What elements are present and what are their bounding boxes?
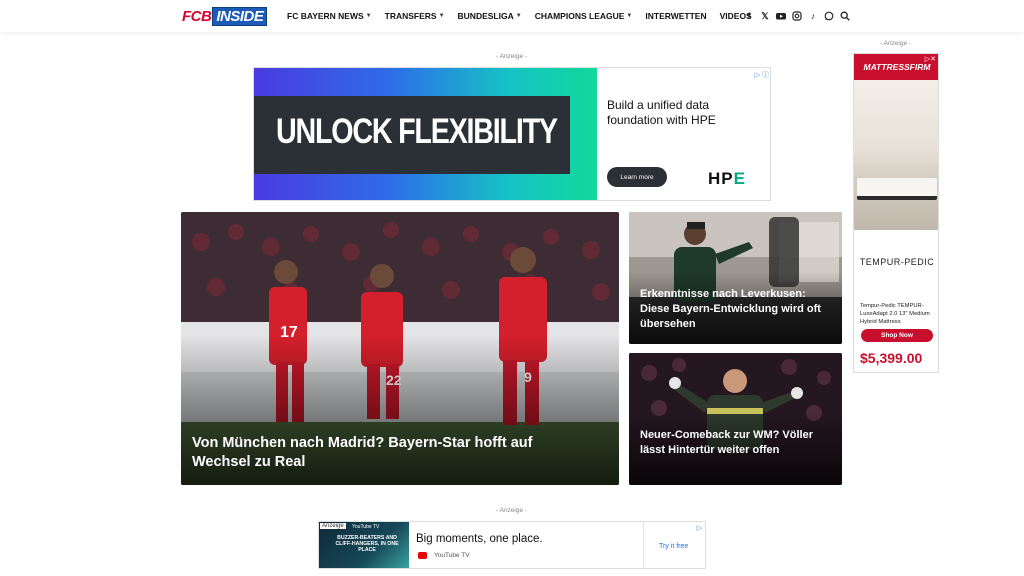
facebook-icon[interactable]: f (744, 11, 754, 21)
main-article-card[interactable]: 17 22 9 Von München nach Madrid? Bayern-… (181, 212, 619, 485)
main-nav: FC Bayern News ▼ Transfers ▼ Bundesliga … (287, 0, 752, 32)
adchoices-icon[interactable]: ▷ (697, 524, 702, 532)
nav-champions-league[interactable]: Champions League ▼ (535, 11, 633, 21)
thumbnail-text: BUZZER-BEATERS AND CLIFF-HANGERS, IN ONE… (335, 535, 399, 553)
youtube-tv-small-logo: YouTube TV (352, 524, 380, 530)
shop-now-button[interactable]: Shop Now (861, 329, 933, 342)
bottom-ad-channel: YouTube TV (434, 552, 470, 559)
hpe-logo-hp: HP (708, 169, 734, 188)
banner-visual: UNLOCK FLEXIBILITY (254, 68, 597, 200)
sidebar-ad[interactable]: MATTRESSFIRM ▷✕ TEMPUR-PEDIC Tempur-Pedi… (853, 53, 939, 373)
nav-interwetten[interactable]: Interwetten (645, 11, 706, 21)
youtube-icon (418, 552, 427, 559)
nav-bundesliga[interactable]: Bundesliga ▼ (458, 11, 522, 21)
side-article-card-2[interactable]: Neuer-Comeback zur WM? Völler lässt Hint… (629, 353, 842, 485)
bottom-ad[interactable]: Anzeige YouTube TV BUZZER-BEATERS AND CL… (318, 521, 706, 569)
search-icon[interactable] (840, 11, 850, 21)
adchoices-icon[interactable]: ▷ ⓘ (755, 70, 769, 80)
divider (643, 522, 644, 568)
x-icon[interactable]: 𝕏 (760, 11, 770, 21)
ad-label-top: - Anzeige - (496, 53, 528, 60)
instagram-icon[interactable] (792, 11, 802, 21)
product-price: $5,399.00 (860, 350, 923, 366)
banner-headline: UNLOCK FLEXIBILITY (276, 112, 558, 151)
ad-label-bottom: - Anzeige - (496, 507, 528, 514)
main-article-title[interactable]: Von München nach Madrid? Bayern-Star hof… (192, 434, 592, 472)
try-it-free-button[interactable]: Try it free (659, 543, 688, 550)
mattress-photo (854, 80, 938, 230)
ad-label-sidebar: - Anzeige - (880, 40, 912, 47)
nav-label: Transfers (384, 11, 437, 21)
chevron-down-icon: ▼ (515, 13, 522, 19)
logo-inside: INSIDE (212, 6, 268, 26)
nav-label: Champions League (534, 11, 625, 21)
product-description: Tempur-Pedic TEMPUR-LuxeAdapt 2.0 13" Me… (860, 303, 930, 325)
nav-label: Bundesliga (457, 11, 514, 21)
tiktok-icon[interactable]: ♪ (808, 11, 818, 21)
chevron-down-icon: ▼ (626, 13, 633, 19)
hpe-logo: HPE (708, 169, 746, 189)
learn-more-button[interactable]: Learn more (607, 167, 667, 187)
whatsapp-icon[interactable] (824, 11, 834, 21)
chevron-down-icon: ▼ (365, 13, 372, 19)
top-banner-ad[interactable]: UNLOCK FLEXIBILITY ▷ ⓘ Build a unified d… (253, 67, 771, 201)
banner-copy: ▷ ⓘ Build a unified data foundation with… (597, 68, 770, 200)
bottom-ad-headline: Big moments, one place. (416, 533, 543, 545)
hpe-logo-e: E (733, 169, 746, 188)
adchoices-icon[interactable]: ▷✕ (925, 55, 936, 63)
side-article-card-1[interactable]: Erkenntnisse nach Leverkusen: Diese Baye… (629, 212, 842, 344)
banner-tagline: Build a unified data foundation with HPE (607, 98, 716, 127)
nav-fc-bayern-news[interactable]: FC Bayern News ▼ (287, 11, 372, 21)
youtube-icon[interactable] (776, 11, 786, 21)
nav-transfers[interactable]: Transfers ▼ (385, 11, 445, 21)
tempur-pedic-logo: TEMPUR-PEDIC (859, 257, 935, 267)
ad-tag: Anzeige (320, 523, 346, 529)
side-article-1-title[interactable]: Erkenntnisse nach Leverkusen: Diese Baye… (640, 287, 836, 332)
youtube-tv-thumbnail: Anzeige YouTube TV BUZZER-BEATERS AND CL… (319, 522, 409, 568)
side-article-2-title[interactable]: Neuer-Comeback zur WM? Völler lässt Hint… (640, 428, 836, 458)
chevron-down-icon: ▼ (438, 13, 445, 19)
site-header: FCB INSIDE FC Bayern News ▼ Transfers ▼ … (0, 0, 1024, 32)
social-links: f 𝕏 ♪ (744, 0, 850, 32)
logo-fcb: FCB (182, 7, 212, 25)
site-logo[interactable]: FCB INSIDE (182, 6, 268, 26)
nav-label: FC Bayern News (287, 11, 364, 21)
nav-label: Interwetten (645, 11, 707, 21)
mattress-image (857, 178, 937, 200)
